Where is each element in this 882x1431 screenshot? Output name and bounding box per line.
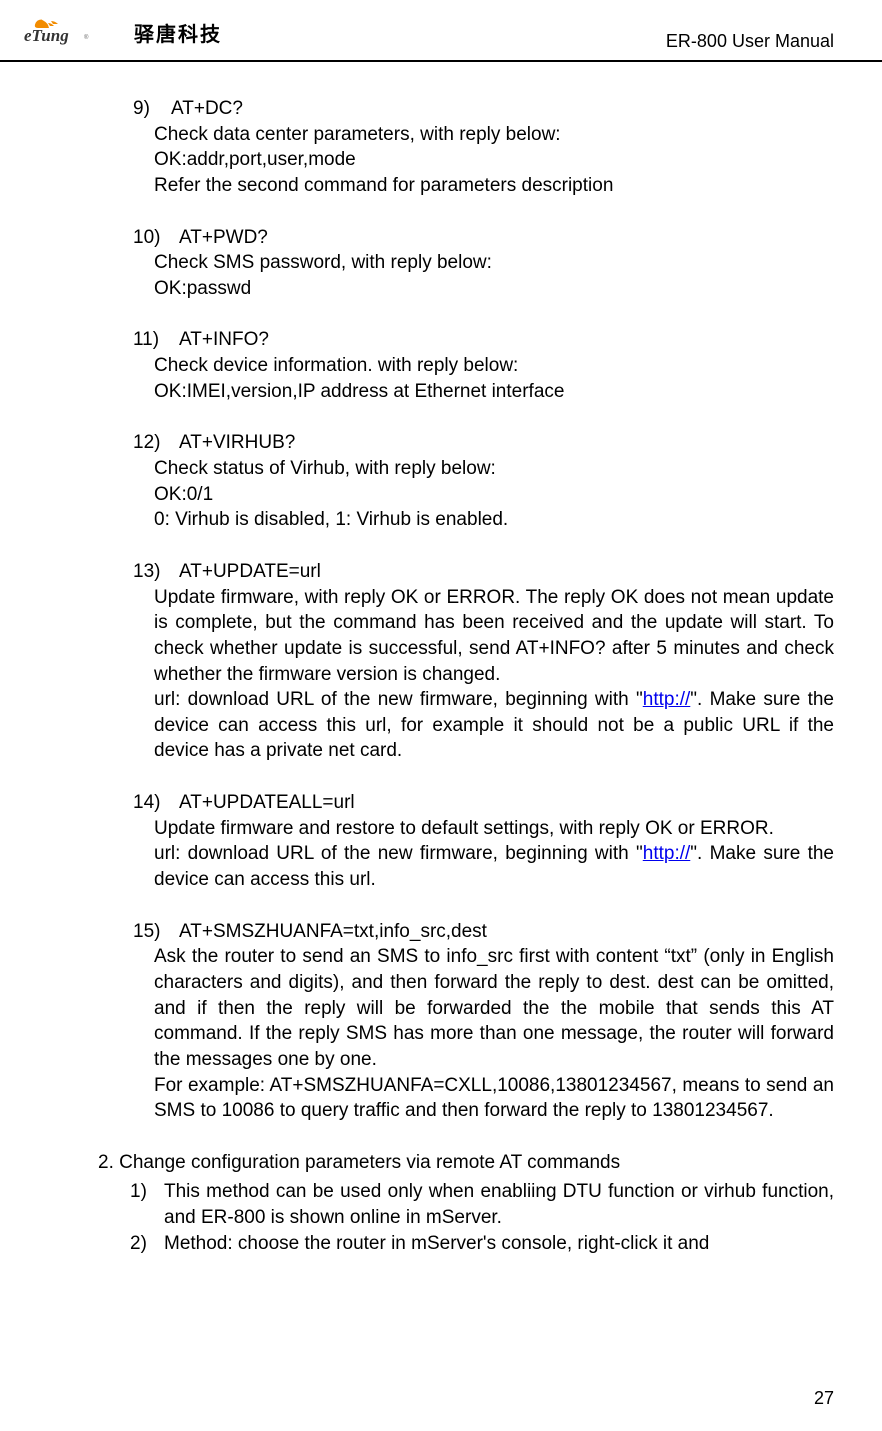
item-number: 11) [133, 327, 175, 353]
http-link[interactable]: http:// [643, 843, 691, 864]
item-body: Method: choose the router in mServer's c… [164, 1231, 834, 1257]
item-body: Check data center parameters, with reply… [154, 122, 834, 199]
item-title: AT+UPDATEALL=url [179, 790, 355, 816]
section-number: 2. [98, 1152, 114, 1173]
list-item: 10) AT+PWD? Check SMS password, with rep… [48, 225, 834, 302]
section-2: 2. Change configuration parameters via r… [48, 1150, 834, 1257]
etung-logo-icon: eTung ® [24, 12, 124, 52]
item-number: 15) [133, 919, 175, 945]
item-body: Check status of Virhub, with reply below… [154, 456, 834, 533]
item-title: AT+INFO? [179, 327, 269, 353]
page-header: eTung ® 驿唐科技 ER-800 User Manual [0, 0, 882, 62]
item-number: 12) [133, 430, 175, 456]
item-body: Update firmware, with reply OK or ERROR.… [154, 585, 834, 764]
section-heading: Change configuration parameters via remo… [119, 1152, 620, 1173]
http-link[interactable]: http:// [643, 689, 691, 710]
item-body: Check device information. with reply bel… [154, 353, 834, 404]
list-item: 15) AT+SMSZHUANFA=txt,info_src,dest Ask … [48, 919, 834, 1124]
page-content: 9) AT+DC? Check data center parameters, … [0, 66, 882, 1256]
svg-text:eTung: eTung [24, 26, 69, 45]
item-number: 9) [133, 96, 167, 122]
logo-cjk-text: 驿唐科技 [134, 18, 222, 47]
list-item: 9) AT+DC? Check data center parameters, … [48, 96, 834, 199]
item-title: AT+VIRHUB? [179, 430, 295, 456]
item-body: Check SMS password, with reply below: OK… [154, 250, 834, 301]
text-segment: url: download URL of the new firmware, b… [154, 843, 643, 864]
logo-area: eTung ® 驿唐科技 [24, 12, 222, 52]
item-number: 13) [133, 559, 175, 585]
item-body: This method can be used only when enabli… [164, 1179, 834, 1230]
item-title: AT+DC? [171, 96, 243, 122]
list-item: 14) AT+UPDATEALL=url Update firmware and… [48, 790, 834, 893]
item-number: 1) [130, 1179, 164, 1230]
item-title: AT+UPDATE=url [179, 559, 321, 585]
list-item: 2) Method: choose the router in mServer'… [130, 1231, 834, 1257]
list-item: 13) AT+UPDATE=url Update firmware, with … [48, 559, 834, 764]
item-title: AT+PWD? [179, 225, 268, 251]
svg-text:®: ® [84, 34, 89, 41]
item-title: AT+SMSZHUANFA=txt,info_src,dest [179, 919, 487, 945]
document-title: ER-800 User Manual [666, 31, 834, 52]
item-body: Update firmware and restore to default s… [154, 816, 834, 893]
list-item: 1) This method can be used only when ena… [130, 1179, 834, 1230]
item-number: 14) [133, 790, 175, 816]
text-segment: url: download URL of the new firmware, b… [154, 689, 643, 710]
page-number: 27 [814, 1388, 834, 1409]
item-number: 10) [133, 225, 175, 251]
item-body: Ask the router to send an SMS to info_sr… [154, 944, 834, 1123]
list-item: 11) AT+INFO? Check device information. w… [48, 327, 834, 404]
list-item: 12) AT+VIRHUB? Check status of Virhub, w… [48, 430, 834, 533]
item-number: 2) [130, 1231, 164, 1257]
